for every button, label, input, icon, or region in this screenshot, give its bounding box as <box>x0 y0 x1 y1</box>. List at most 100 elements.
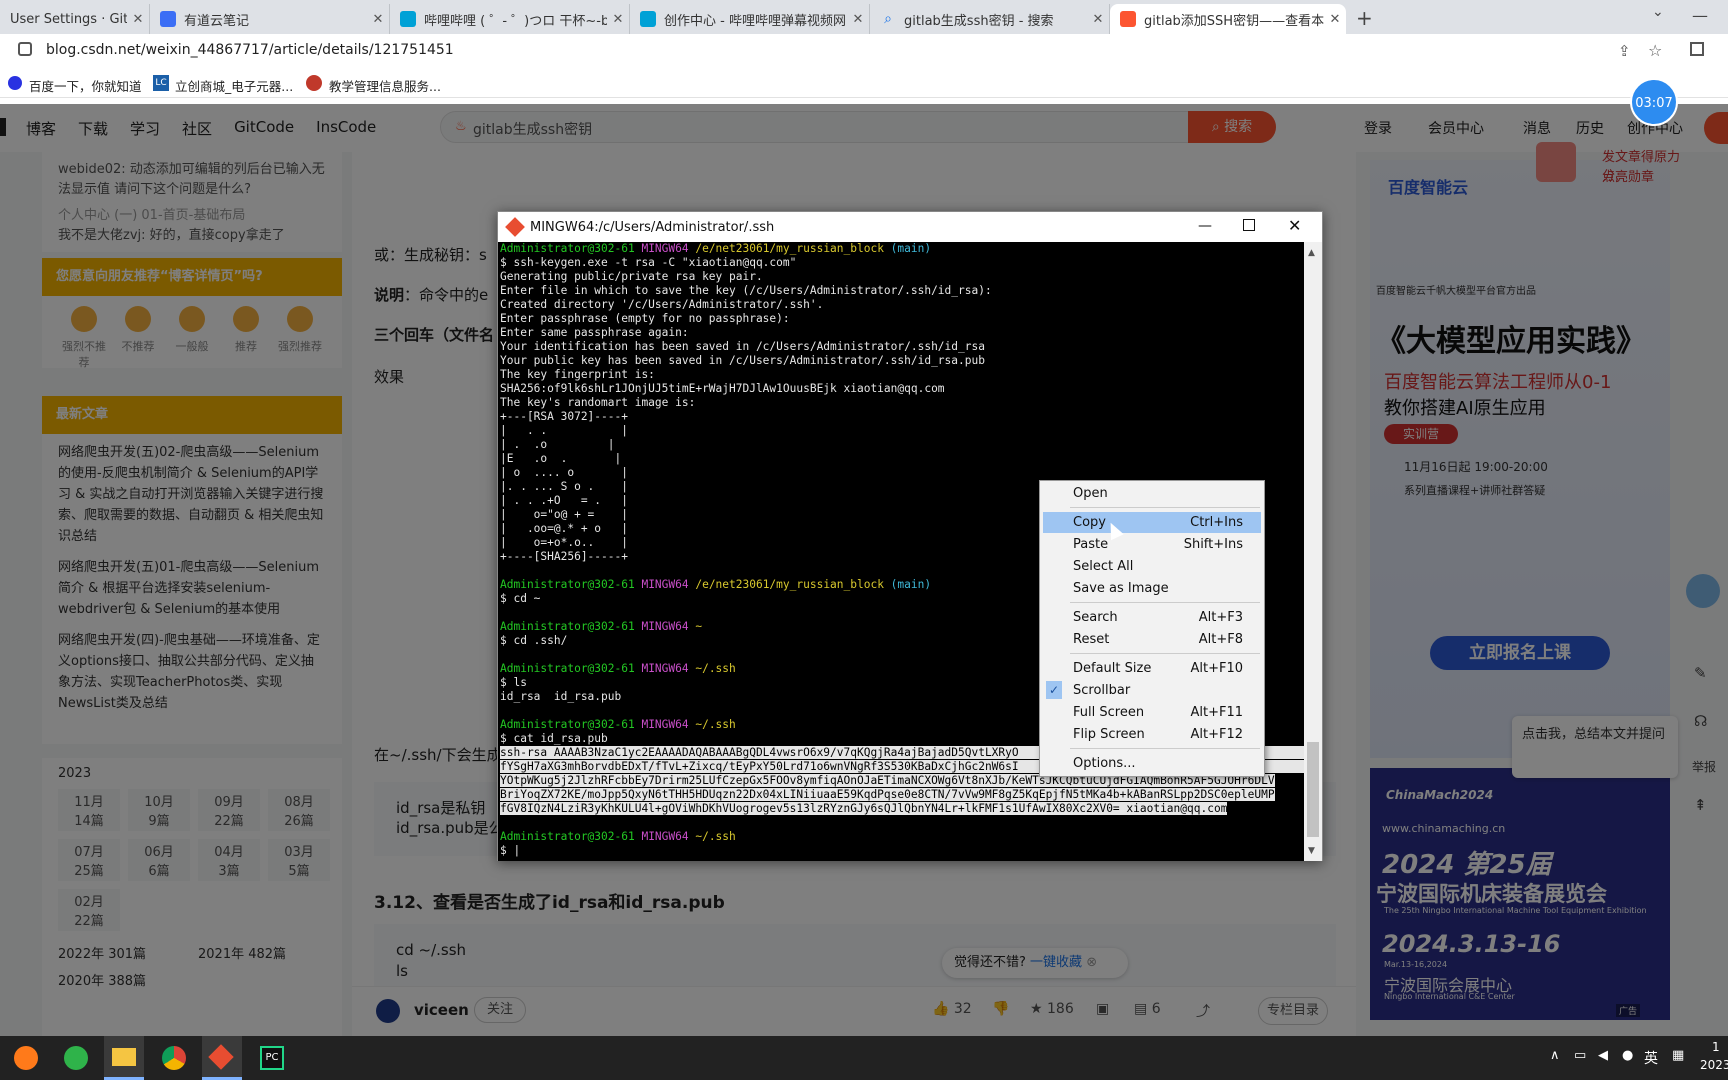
tab-title: gitlab添加SSH密钥——查看本地 <box>1144 13 1324 29</box>
browser-tab[interactable]: ⌕ gitlab生成ssh密钥 - 搜索 ✕ <box>870 4 1110 34</box>
menu-item-reset[interactable]: Reset Alt+F8 <box>1043 629 1261 650</box>
terminal-line: SHA256:of9lk6shLr1JOnjUJ5timE+rWajH7DJlA… <box>500 382 1304 396</box>
firefox-icon[interactable] <box>14 1046 38 1070</box>
volume-icon[interactable]: ◀ <box>1598 1048 1608 1063</box>
new-tab-icon[interactable]: + <box>1356 6 1373 30</box>
chrome-icon[interactable] <box>162 1046 186 1070</box>
terminal-line: The key fingerprint is: <box>500 368 1304 382</box>
menu-shortcut: Alt+F8 <box>1198 632 1243 647</box>
menu-item-open[interactable]: Open <box>1043 483 1261 504</box>
terminal-text: Administrator@302-61 <box>500 718 642 731</box>
tab-title: 有道云笔记 <box>184 13 250 29</box>
network-icon[interactable]: ▭ <box>1574 1048 1586 1063</box>
browser-tab[interactable]: 创作中心 - 哔哩哔哩弹幕视频网 ✕ <box>630 4 870 34</box>
terminal-line: +---[RSA 3072]----+ <box>500 410 1304 424</box>
site-info-icon[interactable] <box>18 42 32 56</box>
terminal-text: fYSgH7aXG3mhBorvdbEDxT/fTvL+Zixcq/tEyPxY… <box>500 760 1019 773</box>
terminal-titlebar[interactable]: MINGW64:/c/Users/Administrator/.ssh — ✕ <box>498 212 1322 242</box>
scroll-up-icon[interactable]: ▲ <box>1308 248 1315 258</box>
side-panel-icon[interactable] <box>1690 42 1704 56</box>
terminal-line: Enter file in which to save the key (/c/… <box>500 284 1304 298</box>
terminal-line: |E .o . | <box>500 452 1304 466</box>
close-icon[interactable]: ✕ <box>1288 216 1301 235</box>
maximize-icon[interactable] <box>1243 219 1255 231</box>
menu-label: Save as Image <box>1073 581 1169 596</box>
menu-item-select-all[interactable]: Select All <box>1043 556 1261 577</box>
terminal-line: Enter same passphrase again: <box>500 326 1304 340</box>
folder-icon <box>112 1048 136 1066</box>
file-explorer-button[interactable] <box>104 1036 144 1080</box>
menu-item-default-size[interactable]: Default Size Alt+F10 <box>1043 658 1261 679</box>
terminal-text: $ ssh-keygen.exe -t rsa -C "xiaotian@qq.… <box>500 256 797 269</box>
menu-label: Scrollbar <box>1073 683 1131 698</box>
scrollbar-thumb[interactable] <box>1307 742 1319 837</box>
terminal-text: id_rsa id_rsa.pub <box>500 690 622 703</box>
url-field[interactable]: blog.csdn.net/weixin_44867717/article/de… <box>46 42 454 58</box>
minimize-icon[interactable]: — <box>1198 218 1212 234</box>
close-icon[interactable]: ✕ <box>1087 12 1109 27</box>
terminal-line: fGV8IQzN4LziR3yKhKULU4l+gOViWhDKhVUogrog… <box>500 802 1304 816</box>
close-icon[interactable]: ✕ <box>847 12 869 27</box>
terminal-text: | o="o@ + = | <box>500 508 628 521</box>
terminal-line: Generating public/private rsa key pair. <box>500 270 1304 284</box>
checkmark-icon: ✓ <box>1046 681 1062 699</box>
app-icon[interactable] <box>64 1046 88 1070</box>
close-icon[interactable]: ✕ <box>367 12 389 27</box>
terminal-text: The key fingerprint is: <box>500 368 655 381</box>
pycharm-icon[interactable]: PC <box>260 1046 284 1070</box>
browser-tab[interactable]: 哔哩哔哩 ( ゜- ゜)つロ 干杯~-bili ✕ <box>390 4 630 34</box>
input-language[interactable]: 英 <box>1644 1048 1658 1068</box>
terminal-text: MINGW64 <box>641 830 696 843</box>
browser-tab-active[interactable]: gitlab添加SSH密钥——查看本地 ✕ <box>1110 4 1346 34</box>
menu-shortcut: Ctrl+Ins <box>1190 515 1243 530</box>
menu-item-paste[interactable]: Paste Shift+Ins <box>1043 534 1261 555</box>
git-icon <box>208 1044 234 1070</box>
terminal-scrollbar[interactable]: ▲ ▼ <box>1304 242 1322 861</box>
share-icon[interactable]: ⇪ <box>1618 42 1631 60</box>
close-icon[interactable]: ✕ <box>607 12 629 27</box>
menu-item-copy[interactable]: Copy Ctrl+Ins <box>1043 512 1261 533</box>
terminal-text: $ ls <box>500 676 527 689</box>
tab-search-icon[interactable]: ⌄ <box>1652 4 1664 20</box>
terminal-text: | .oo=@.* + o | <box>500 522 628 535</box>
browser-tab[interactable]: User Settings · GitL ✕ <box>0 4 150 34</box>
input-method-icon[interactable]: ▦ <box>1672 1048 1684 1063</box>
bookmark-star-icon[interactable]: ☆ <box>1648 41 1662 60</box>
close-icon[interactable]: ✕ <box>127 12 149 27</box>
terminal-text: ~/.ssh <box>695 662 736 675</box>
recording-timer[interactable]: 03:07 <box>1630 78 1678 126</box>
terminal-text: Administrator@302-61 <box>500 830 642 843</box>
bookmark-item[interactable]: 百度一下，你就知道 <box>29 76 142 95</box>
terminal-text: MINGW64 <box>641 242 696 255</box>
terminal-line: | . . | <box>500 424 1304 438</box>
terminal-line: | o .... o | <box>500 466 1304 480</box>
menu-item-full-screen[interactable]: Full Screen Alt+F11 <box>1043 702 1261 723</box>
browser-tab[interactable]: 有道云笔记 ✕ <box>150 4 390 34</box>
terminal-text: SHA256:of9lk6shLr1JOnjUJ5timE+rWajH7DJlA… <box>500 382 945 395</box>
bookmark-item[interactable]: 教学管理信息服务... <box>329 76 441 95</box>
bilibili-icon <box>640 11 656 27</box>
git-bash-button[interactable] <box>202 1036 242 1080</box>
tray-expand-icon[interactable]: ∧ <box>1550 1048 1560 1063</box>
bookmark-item[interactable]: 立创商城_电子元器... <box>175 76 293 95</box>
menu-label: Full Screen <box>1073 705 1145 720</box>
terminal-text: The key's randomart image is: <box>500 396 696 409</box>
microphone-icon[interactable]: ● <box>1622 1048 1633 1063</box>
menu-shortcut: Shift+Ins <box>1183 537 1243 552</box>
clock-date[interactable]: 2023 <box>1700 1058 1728 1072</box>
menu-item-flip-screen[interactable]: Flip Screen Alt+F12 <box>1043 724 1261 745</box>
menu-item-scrollbar[interactable]: ✓ Scrollbar <box>1043 680 1261 701</box>
terminal-text: MINGW64 <box>641 578 696 591</box>
menu-item-search[interactable]: Search Alt+F3 <box>1043 607 1261 628</box>
menu-item-options[interactable]: Options... <box>1043 753 1261 774</box>
minimize-icon[interactable]: — <box>1692 6 1708 25</box>
menu-label: Open <box>1073 486 1108 501</box>
terminal-text: fGV8IQzN4LziR3yKhKULU4l+gOViWhDKhVUogrog… <box>500 802 1228 815</box>
close-icon[interactable]: ✕ <box>1324 12 1346 27</box>
clock-time[interactable]: 1 <box>1712 1040 1720 1054</box>
menu-item-save-as-image[interactable]: Save as Image <box>1043 578 1261 599</box>
lcsc-icon: LC <box>153 75 169 91</box>
scroll-down-icon[interactable]: ▼ <box>1308 846 1315 856</box>
tab-title: 哔哩哔哩 ( ゜- ゜)つロ 干杯~-bili <box>424 13 607 29</box>
